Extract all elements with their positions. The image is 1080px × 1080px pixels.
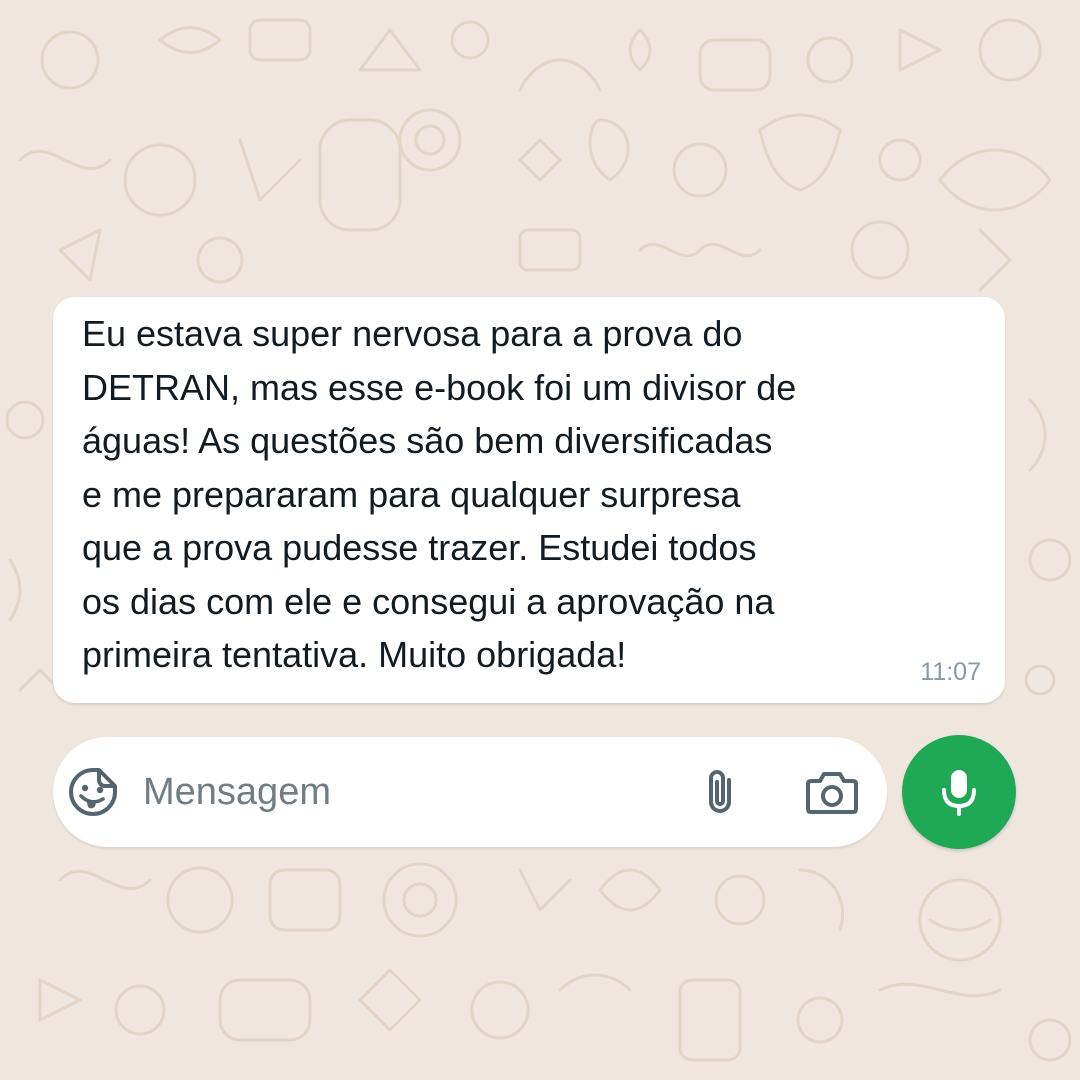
message-input[interactable] — [143, 757, 663, 827]
attach-button[interactable] — [691, 762, 751, 822]
camera-button[interactable] — [802, 762, 862, 822]
camera-icon — [806, 772, 858, 814]
microphone-button[interactable] — [902, 735, 1016, 849]
message-timestamp: 11:07 — [920, 658, 981, 686]
sticker-smiley-icon — [69, 768, 117, 816]
message-text: Eu estava super nervosa para a prova do … — [82, 313, 797, 675]
microphone-icon — [942, 770, 976, 816]
paperclip-icon — [709, 770, 731, 813]
message-composer — [53, 737, 887, 847]
sticker-button[interactable] — [63, 762, 123, 822]
incoming-message-bubble[interactable]: Eu estava super nervosa para a prova do … — [53, 297, 1005, 703]
